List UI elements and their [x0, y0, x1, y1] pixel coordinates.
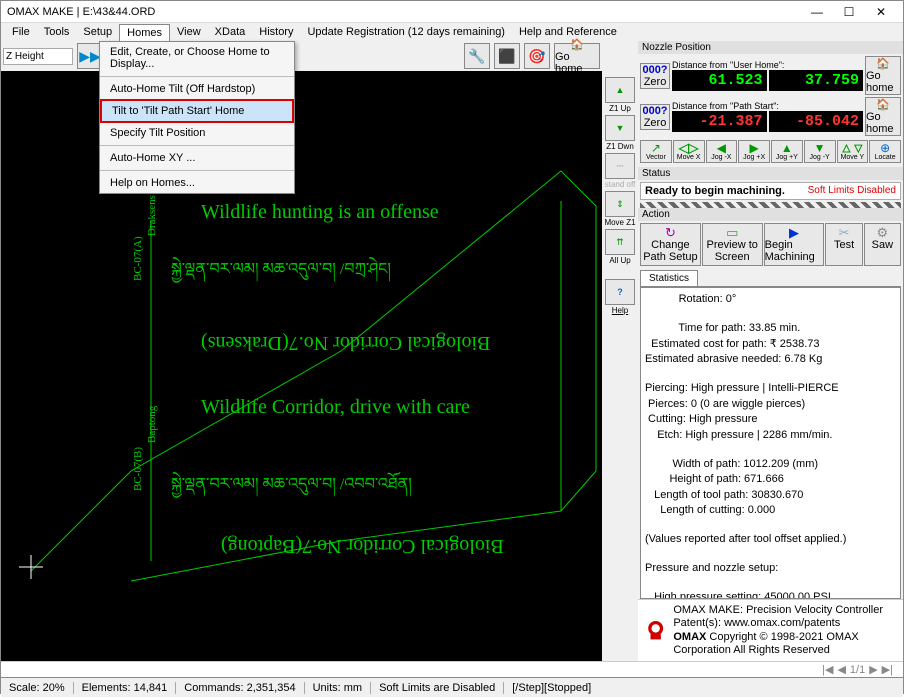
- close-button[interactable]: ✕: [865, 2, 897, 22]
- movex-button[interactable]: ◀▶Move X: [673, 140, 705, 163]
- window-title: OMAX MAKE | E:\43&44.ORD: [7, 6, 801, 18]
- user-x-readout: 61.523: [672, 70, 767, 91]
- menu-bar: File Tools Setup Homes View XData Histor…: [1, 23, 903, 41]
- z-toolbar: Z Height ▶▶ 59.9 🔧 ⬛ 🎯 🏠 Go home: [1, 41, 602, 71]
- page-last[interactable]: ▶|: [882, 663, 893, 676]
- homes-edit[interactable]: Edit, Create, or Choose Home to Display.…: [100, 42, 294, 74]
- tool-path-lines: [1, 71, 602, 661]
- nozzle-title: Nozzle Position: [638, 41, 903, 54]
- status-text: Ready to begin machining.: [645, 185, 785, 197]
- toolbar-icon-3[interactable]: 🎯: [524, 43, 550, 69]
- go-user-home-button[interactable]: 🏠 Go home: [865, 56, 901, 95]
- menu-history[interactable]: History: [252, 24, 300, 40]
- dist-path-label: Distance from "Path Start":: [672, 101, 863, 111]
- z1-down-button[interactable]: ▼: [605, 115, 635, 141]
- page-next[interactable]: ▶: [869, 663, 877, 676]
- canvas-text-6: Biological Corridor No.7(Baptong): [221, 534, 504, 557]
- jognx-button[interactable]: ◀Jog -X: [706, 140, 738, 163]
- path-y-readout: -85.042: [769, 111, 864, 132]
- z-height-label: Z Height: [3, 48, 73, 65]
- help-side-button[interactable]: ?: [605, 279, 635, 305]
- zero-path-button[interactable]: 000? Zero: [640, 104, 670, 130]
- homes-tilt-path-start[interactable]: Tilt to 'Tilt Path Start' Home: [100, 99, 294, 123]
- pager-row: |◀ ◀ 1/1 ▶ ▶|: [1, 661, 903, 677]
- side-toolbar: ▲ Z1 Up ▼ Z1 Dwn ⎓ stand off ⇕ Move Z1 ⇈…: [602, 41, 638, 661]
- test-button[interactable]: ✂Test: [825, 223, 862, 266]
- home-icon: 🏠: [876, 98, 890, 111]
- action-title: Action: [638, 208, 903, 221]
- homes-spectilt[interactable]: Specify Tilt Position: [100, 123, 294, 143]
- status-elements: Elements: 14,841: [74, 682, 177, 694]
- z1-up-button[interactable]: ▲: [605, 77, 635, 103]
- minimize-button[interactable]: —: [801, 2, 833, 22]
- begin-button[interactable]: ▶Begin Machining: [764, 223, 825, 266]
- preview-button[interactable]: ▭Preview to Screen: [702, 223, 763, 266]
- menu-setup[interactable]: Setup: [76, 24, 119, 40]
- canvas-text-5: སྐྱེ་ལྡན་བར་ལམ། མཆ་འདུལ་བ། /འབབ་འཐོན།: [171, 466, 412, 511]
- status-step: [/Step][Stopped]: [504, 682, 599, 694]
- menu-file[interactable]: File: [5, 24, 37, 40]
- status-bar: Scale: 20% Elements: 14,841 Commands: 2,…: [1, 677, 903, 697]
- canvas-vert-1a: Draksens: [146, 195, 158, 236]
- page-first[interactable]: |◀: [822, 663, 833, 676]
- home-icon: 🏠: [876, 57, 890, 70]
- toolbar-icon-1[interactable]: 🔧: [464, 43, 490, 69]
- zero-user-button[interactable]: 000? Zero: [640, 63, 670, 89]
- homes-dropdown: Edit, Create, or Choose Home to Display.…: [99, 41, 295, 194]
- go-path-home-button[interactable]: 🏠 Go home: [865, 97, 901, 136]
- saw-button[interactable]: ⚙Saw: [864, 223, 901, 266]
- statistics-panel: Rotation: 0° Time for path: 33.85 min. E…: [640, 287, 901, 599]
- menu-xdata[interactable]: XData: [208, 24, 253, 40]
- homes-autoxy[interactable]: Auto-Home XY ...: [100, 148, 294, 168]
- all-up-button[interactable]: ⇈: [605, 229, 635, 255]
- status-units: Units: mm: [305, 682, 372, 694]
- status-scale: Scale: 20%: [1, 682, 74, 694]
- locate-button[interactable]: ⊕Locate: [869, 140, 901, 163]
- movey-button[interactable]: ▲▼Move Y: [837, 140, 869, 163]
- status-title: Status: [638, 167, 903, 180]
- canvas-text-3: Biological Corridor No.7(Draksens): [201, 331, 490, 354]
- homes-autotilt[interactable]: Auto-Home Tilt (Off Hardstop): [100, 79, 294, 99]
- menu-reg[interactable]: Update Registration (12 days remaining): [300, 24, 512, 40]
- change-path-button[interactable]: ↻Change Path Setup: [640, 223, 701, 266]
- home-icon: 🏠: [570, 38, 584, 51]
- menu-tools[interactable]: Tools: [37, 24, 77, 40]
- canvas-vert-2a: Baptong: [146, 406, 158, 443]
- canvas-vert-1b: BC-07(A): [132, 236, 144, 281]
- vector-button[interactable]: ↗Vector: [640, 140, 672, 163]
- omax-logo-icon: [644, 616, 667, 646]
- canvas-text-1: Wildlife hunting is an offense: [201, 201, 439, 224]
- drawing-canvas[interactable]: Wildlife hunting is an offense སྐྱེ་ལྡན་…: [1, 71, 602, 661]
- tab-statistics[interactable]: Statistics: [640, 270, 698, 286]
- status-soft-limits: Soft Limits are Disabled: [371, 682, 504, 694]
- jogpy-button[interactable]: ▲Jog +Y: [771, 140, 803, 163]
- standoff-button[interactable]: ⎓: [605, 153, 635, 179]
- go-home-button[interactable]: 🏠 Go home: [554, 43, 600, 69]
- jogpx-button[interactable]: ▶Jog +X: [738, 140, 770, 163]
- homes-help[interactable]: Help on Homes...: [100, 173, 294, 193]
- status-commands: Commands: 2,351,354: [176, 682, 304, 694]
- soft-limits-text: Soft Limits Disabled: [808, 185, 896, 197]
- canvas-text-2: སྐྱེ་ལྡན་བར་ལམ། མཆ་འདུལ་བ། /བཀྲ་ཤེང།: [171, 251, 391, 296]
- path-x-readout: -21.387: [672, 111, 767, 132]
- canvas-text-4: Wildlife Corridor, drive with care: [201, 396, 470, 419]
- page-number: 1/1: [850, 664, 865, 676]
- dist-user-label: Distance from "User Home":: [672, 60, 863, 70]
- menu-help[interactable]: Help and Reference: [512, 24, 624, 40]
- footer: OMAX MAKE: Precision Velocity Controller…: [638, 599, 903, 661]
- jogny-button[interactable]: ▼Jog -Y: [804, 140, 836, 163]
- menu-view[interactable]: View: [170, 24, 208, 40]
- toolbar-icon-2[interactable]: ⬛: [494, 43, 520, 69]
- maximize-button[interactable]: ☐: [833, 2, 865, 22]
- menu-homes[interactable]: Homes: [119, 24, 170, 41]
- page-prev[interactable]: ◀: [837, 663, 845, 676]
- canvas-vert-2b: BC-07(B): [132, 447, 144, 491]
- move-z1-button[interactable]: ⇕: [605, 191, 635, 217]
- user-y-readout: 37.759: [769, 70, 864, 91]
